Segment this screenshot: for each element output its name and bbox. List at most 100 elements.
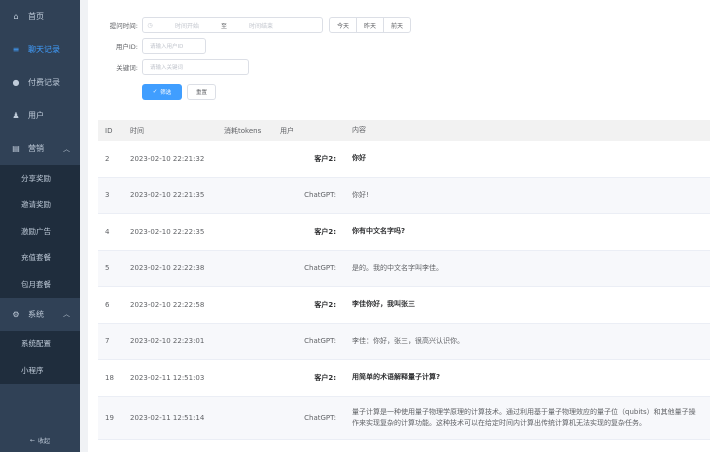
yesterday-button[interactable]: 昨天 — [356, 17, 385, 33]
table-header: ID 时间 消耗tokens 用户 内容 — [98, 120, 710, 141]
end-date-input[interactable]: 时间结束 — [231, 21, 291, 30]
sidebar-subitem-recharge-packages[interactable]: 充值套餐 — [0, 245, 80, 272]
cell-content: 你有中文名字吗? — [352, 227, 406, 236]
home-icon: ⌂ — [13, 12, 19, 21]
wallet-icon: ▤ — [12, 144, 20, 153]
cell-time: 2023-02-11 12:51:03 — [130, 373, 205, 382]
cell-id: 7 — [105, 337, 110, 346]
table-body: 2 2023-02-10 22:21:32 客户2: 你好 3 2023-02-10 22… — [98, 141, 710, 440]
cell-time: 2023-02-10 22:22:38 — [130, 264, 205, 273]
sidebar-item-system[interactable]: ⚙ 系统 ︿ — [0, 298, 80, 331]
header-user: 用户 — [280, 126, 294, 135]
cell-time: 2023-02-10 22:23:01 — [130, 337, 205, 346]
keyword-input[interactable]: 请输入关键词 — [142, 59, 249, 75]
marketing-submenu: 分享奖励 邀请奖励 激励广告 充值套餐 包月套餐 — [0, 165, 80, 298]
sidebar-item-marketing[interactable]: ▤ 营销 ︿ — [0, 132, 80, 165]
start-date-input[interactable]: 时间开始 — [157, 21, 217, 30]
cell-id: 19 — [105, 413, 114, 422]
cell-time: 2023-02-11 12:51:14 — [130, 413, 205, 422]
keyword-filter-row: 关键词: 请输入关键词 — [88, 59, 249, 75]
cell-user: 客户2: — [314, 373, 336, 382]
cell-content: 是的。我的中文名字叫李佳。 — [352, 263, 443, 272]
sidebar: ⌂ 首页 ≡ 聊天记录 ● 付费记录 ♟ 用户 ▤ 营销 ︿ 分享奖励 邀请奖励… — [0, 0, 80, 452]
system-submenu: 系统配置 小程序 — [0, 330, 80, 384]
arrow-left-icon: ← — [29, 436, 35, 444]
header-time: 时间 — [130, 126, 144, 135]
chat-records-table: ID 时间 消耗tokens 用户 内容 2 2023-02-10 22:21:3… — [98, 120, 710, 440]
cell-user: ChatGPT: — [304, 337, 336, 346]
main-content: 提问时间: ◷ 时间开始 至 时间结束 今天 昨天 前天 用户ID: 请输入用户… — [88, 0, 720, 452]
cell-time: 2023-02-10 22:21:35 — [130, 191, 205, 200]
table-row: 19 2023-02-11 12:51:14 ChatGPT: 量子计算是一种使用量子… — [98, 396, 710, 440]
header-content: 内容 — [352, 126, 366, 134]
sidebar-subitem-monthly-packages[interactable]: 包月套餐 — [0, 271, 80, 298]
cell-user: ChatGPT: — [304, 413, 336, 422]
time-label: 提问时间: — [109, 22, 138, 30]
search-button[interactable]: ✓ 筛选 — [142, 84, 182, 100]
sidebar-subitem-invite-reward[interactable]: 邀请奖励 — [0, 192, 80, 219]
table-row: 5 2023-02-10 22:22:38 ChatGPT: 是的。我的中文名字叫李佳… — [98, 250, 710, 287]
sidebar-item-users[interactable]: ♟ 用户 — [0, 99, 80, 132]
user-id-label: 用户ID: — [115, 43, 138, 51]
cell-user: ChatGPT: — [304, 191, 336, 200]
time-filter-row: 提问时间: ◷ 时间开始 至 时间结束 今天 昨天 前天 — [88, 17, 412, 33]
sidebar-item-label: 系统 — [28, 309, 44, 319]
cell-content: 量子计算是一种使用量子物理学原理的计算技术。通过利用基于量子物理效应的量子位（q… — [352, 407, 696, 427]
reset-button[interactable]: 重置 — [187, 84, 216, 100]
table-row: 2 2023-02-10 22:21:32 客户2: 你好 — [98, 141, 710, 178]
table-row: 3 2023-02-10 22:21:35 ChatGPT: 你好! — [98, 177, 710, 214]
chevron-up-icon: ︿ — [63, 310, 70, 318]
user-id-filter-row: 用户ID: 请输入用户ID — [88, 38, 206, 54]
sidebar-item-chat-records[interactable]: ≡ 聊天记录 — [0, 33, 80, 66]
sidebar-item-label: 用户 — [28, 111, 44, 120]
cell-time: 2023-02-10 22:22:35 — [130, 227, 205, 236]
cell-time: 2023-02-10 22:21:32 — [130, 154, 205, 163]
table-row: 4 2023-02-10 22:22:35 客户2: 你有中文名字吗? — [98, 214, 710, 251]
sidebar-item-label: 付费记录 — [28, 78, 60, 87]
day-before-yesterday-button[interactable]: 前天 — [383, 17, 412, 33]
search-button-label: 筛选 — [160, 90, 172, 96]
table-row: 18 2023-02-11 12:51:03 客户2: 用简单的术语解释量子计算? — [98, 360, 710, 397]
chevron-up-icon: ︿ — [63, 144, 70, 153]
quick-date-buttons: 今天 昨天 前天 — [329, 17, 412, 33]
sidebar-subitem-system-config[interactable]: 系统配置 — [0, 331, 80, 358]
gear-icon: ⚙ — [12, 309, 20, 319]
sidebar-subitem-share-reward[interactable]: 分享奖励 — [0, 165, 80, 192]
cell-id: 5 — [105, 264, 110, 273]
collapse-label: 收起 — [38, 437, 51, 445]
cell-content: 李佳你好，我叫张三 — [352, 300, 415, 309]
today-button[interactable]: 今天 — [329, 17, 358, 33]
header-id: ID — [105, 126, 113, 135]
sidebar-item-home[interactable]: ⌂ 首页 — [0, 0, 80, 33]
cell-id: 3 — [105, 191, 110, 200]
list-icon: ≡ — [12, 45, 20, 54]
cell-user: ChatGPT: — [304, 264, 336, 273]
collapse-button[interactable]: ← 收起 — [0, 428, 80, 452]
cell-id: 18 — [105, 373, 114, 382]
sidebar-subitem-incentive-ads[interactable]: 激励广告 — [0, 218, 80, 245]
cell-id: 4 — [105, 227, 110, 236]
header-tokens: 消耗tokens — [224, 126, 262, 135]
cell-user: 客户2: — [314, 154, 336, 163]
money-bag-icon: ● — [12, 78, 20, 87]
cell-time: 2023-02-10 22:22:58 — [130, 300, 205, 309]
cell-content: 你好! — [352, 190, 369, 199]
sidebar-item-label: 首页 — [28, 12, 44, 21]
date-range-picker[interactable]: ◷ 时间开始 至 时间结束 — [142, 17, 323, 33]
user-icon: ♟ — [12, 111, 20, 120]
cell-content: 用简单的术语解释量子计算? — [352, 373, 441, 382]
cell-content: 李佳：你好，张三，很高兴认识你。 — [352, 336, 464, 345]
sidebar-item-label: 营销 — [28, 144, 44, 153]
table-row: 7 2023-02-10 22:23:01 ChatGPT: 李佳：你好，张三，很高兴… — [98, 323, 710, 360]
cell-id: 2 — [105, 154, 110, 163]
range-separator: 至 — [220, 22, 227, 30]
cell-id: 6 — [105, 300, 110, 309]
keyword-label: 关键词: — [116, 64, 138, 72]
clock-icon: ◷ — [147, 21, 153, 29]
check-icon: ✓ — [152, 89, 158, 95]
sidebar-subitem-mini-program[interactable]: 小程序 — [0, 357, 80, 384]
cell-user: 客户2: — [314, 227, 336, 236]
cell-content: 你好 — [352, 154, 366, 163]
user-id-input[interactable]: 请输入用户ID — [142, 38, 206, 54]
sidebar-item-payment-records[interactable]: ● 付费记录 — [0, 66, 80, 99]
